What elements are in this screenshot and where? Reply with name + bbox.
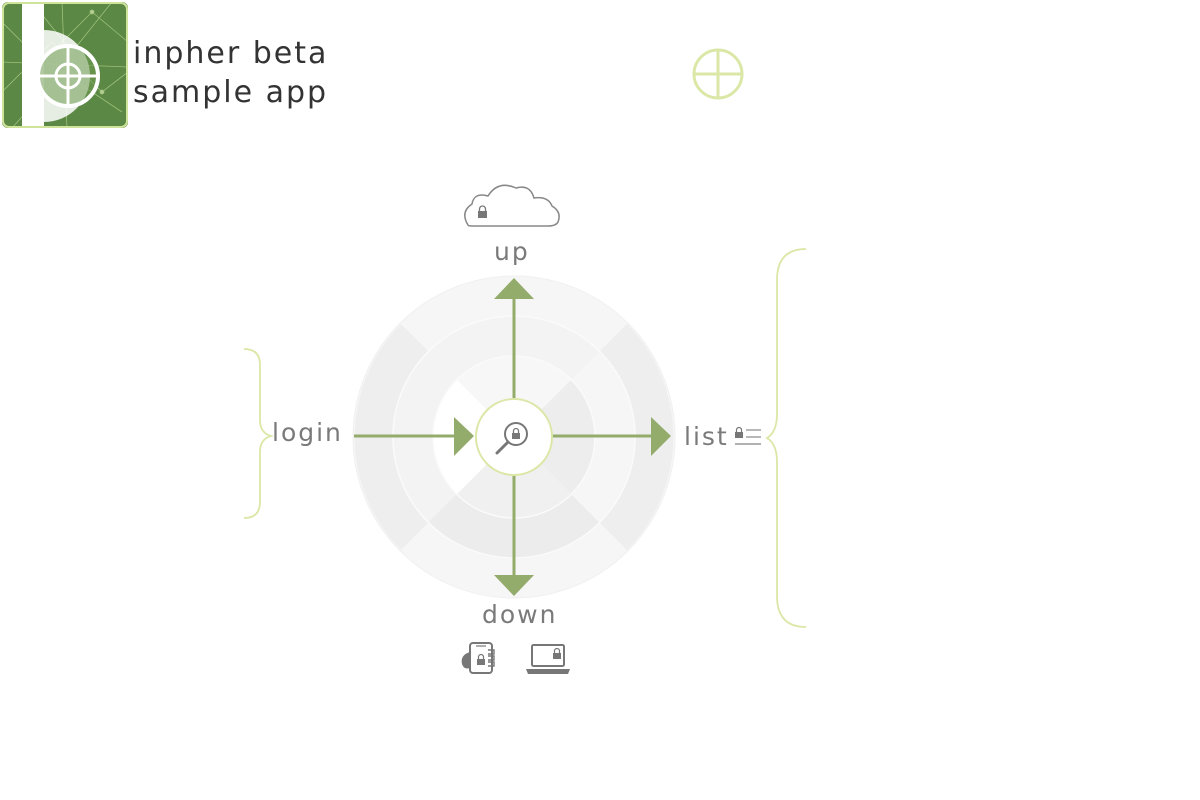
list-label[interactable]: list	[684, 422, 729, 451]
sync-diagram	[243, 184, 807, 674]
up-label[interactable]: up	[494, 237, 530, 266]
search-lock-icon[interactable]	[475, 398, 553, 476]
login-brace	[243, 348, 275, 519]
login-label[interactable]: login	[272, 418, 343, 447]
laptop-lock-icon	[526, 644, 570, 674]
app-stage: inpher beta sample app up login list dow…	[0, 0, 1200, 800]
list-lock-icon	[735, 426, 761, 445]
cloud-lock-icon	[464, 184, 560, 227]
phone-lock-icon	[461, 642, 495, 674]
down-label[interactable]: down	[482, 600, 557, 629]
list-brace	[765, 248, 807, 628]
